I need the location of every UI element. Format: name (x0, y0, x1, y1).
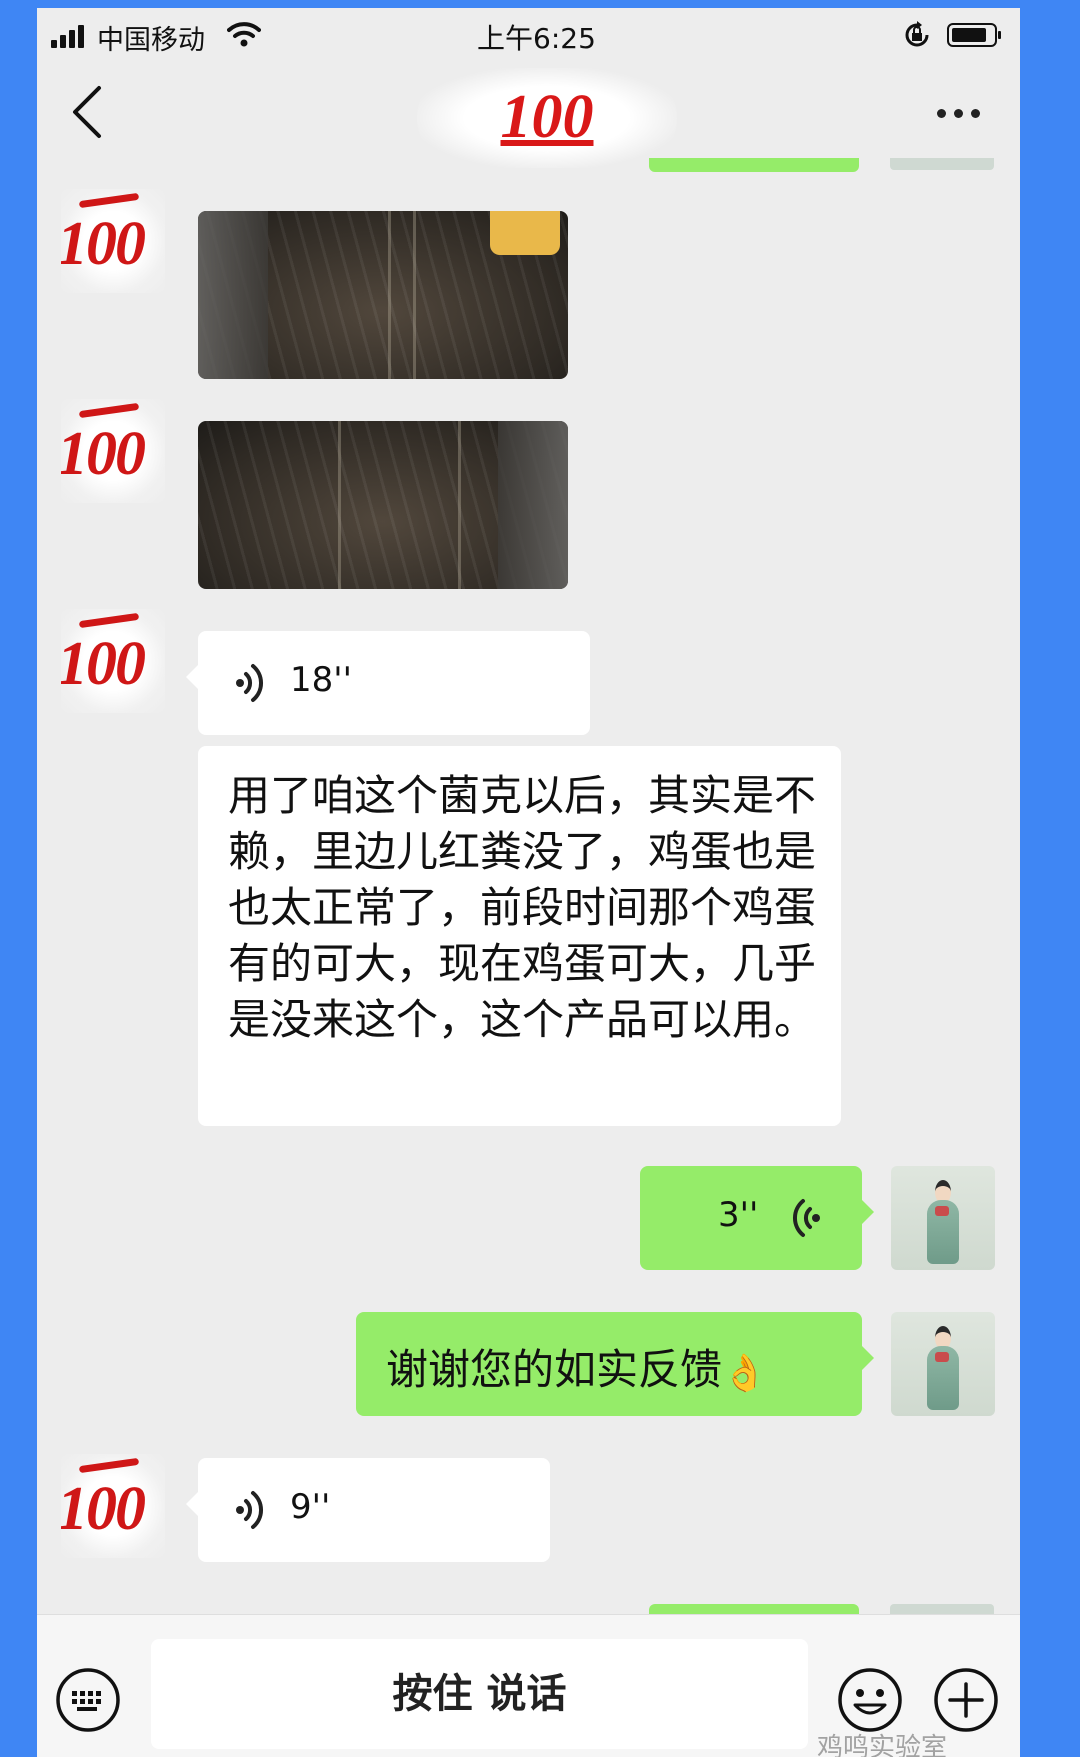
battery-icon (947, 23, 1001, 47)
plus-icon[interactable] (933, 1667, 999, 1733)
previous-sent-bubble (649, 158, 859, 172)
wifi-icon (227, 22, 261, 47)
hold-to-talk-button[interactable]: 按住 说话 (151, 1639, 808, 1749)
previous-own-avatar (890, 158, 994, 170)
avatar-mark: 100 (61, 630, 146, 698)
next-sent-bubble (649, 1604, 859, 1614)
input-bar: 按住 说话 鸡鸣实验室 (37, 1614, 1020, 1757)
photo-message[interactable] (198, 421, 568, 589)
rotation-lock-icon (905, 21, 929, 47)
own-avatar[interactable] (891, 1312, 995, 1416)
watermark-text: 鸡鸣实验室 (817, 1733, 948, 1757)
chat-title: 100 (417, 68, 677, 168)
voice-duration: 3'' (718, 1195, 759, 1235)
signal-icon (51, 24, 91, 48)
more-options-icon[interactable] (937, 109, 980, 118)
sent-text-message[interactable]: 谢谢您的如实反馈👌 (356, 1312, 874, 1416)
voice-wave-icon (792, 1199, 820, 1237)
phone-screen: 中国移动 上午6:25 100 100 100 100 18'' 用了咱这个菌克… (37, 8, 1020, 1757)
contact-avatar[interactable]: 100 (61, 609, 165, 713)
battery-fill (952, 28, 986, 42)
voice-message[interactable]: 18'' (186, 631, 590, 735)
voice-wave-icon (236, 1491, 264, 1529)
avatar-mark: 100 (61, 420, 146, 488)
ok-hand-emoji: 👌 (722, 1352, 767, 1394)
status-bar: 中国移动 上午6:25 (37, 8, 1020, 64)
emoji-icon[interactable] (837, 1667, 903, 1733)
thanks-text: 谢谢您的如实反馈 (386, 1345, 723, 1394)
back-chevron-icon[interactable] (67, 82, 107, 142)
chat-header: 100 (37, 64, 1020, 174)
voice-duration: 9'' (290, 1487, 331, 1527)
clock-time: 上午6:25 (477, 22, 596, 55)
voice-wave-icon (236, 664, 264, 702)
chat-title-text: 100 (500, 83, 594, 151)
contact-avatar[interactable]: 100 (61, 399, 165, 503)
keyboard-icon[interactable] (55, 1667, 121, 1733)
contact-avatar[interactable]: 100 (61, 1454, 165, 1558)
contact-avatar[interactable]: 100 (61, 189, 165, 293)
sent-voice-message[interactable]: 3'' (640, 1166, 874, 1270)
voice-message[interactable]: 9'' (186, 1458, 550, 1562)
text-message[interactable]: 用了咱这个菌克以后，其实是不赖，里边儿红粪没了，鸡蛋也是也太正常了，前段时间那个… (198, 746, 841, 1126)
next-own-avatar (890, 1604, 994, 1614)
photo-message[interactable] (198, 211, 568, 379)
voice-duration: 18'' (290, 660, 352, 700)
own-avatar[interactable] (891, 1166, 995, 1270)
carrier-label: 中国移动 (97, 25, 205, 56)
avatar-mark: 100 (61, 1475, 146, 1543)
avatar-mark: 100 (61, 210, 146, 278)
